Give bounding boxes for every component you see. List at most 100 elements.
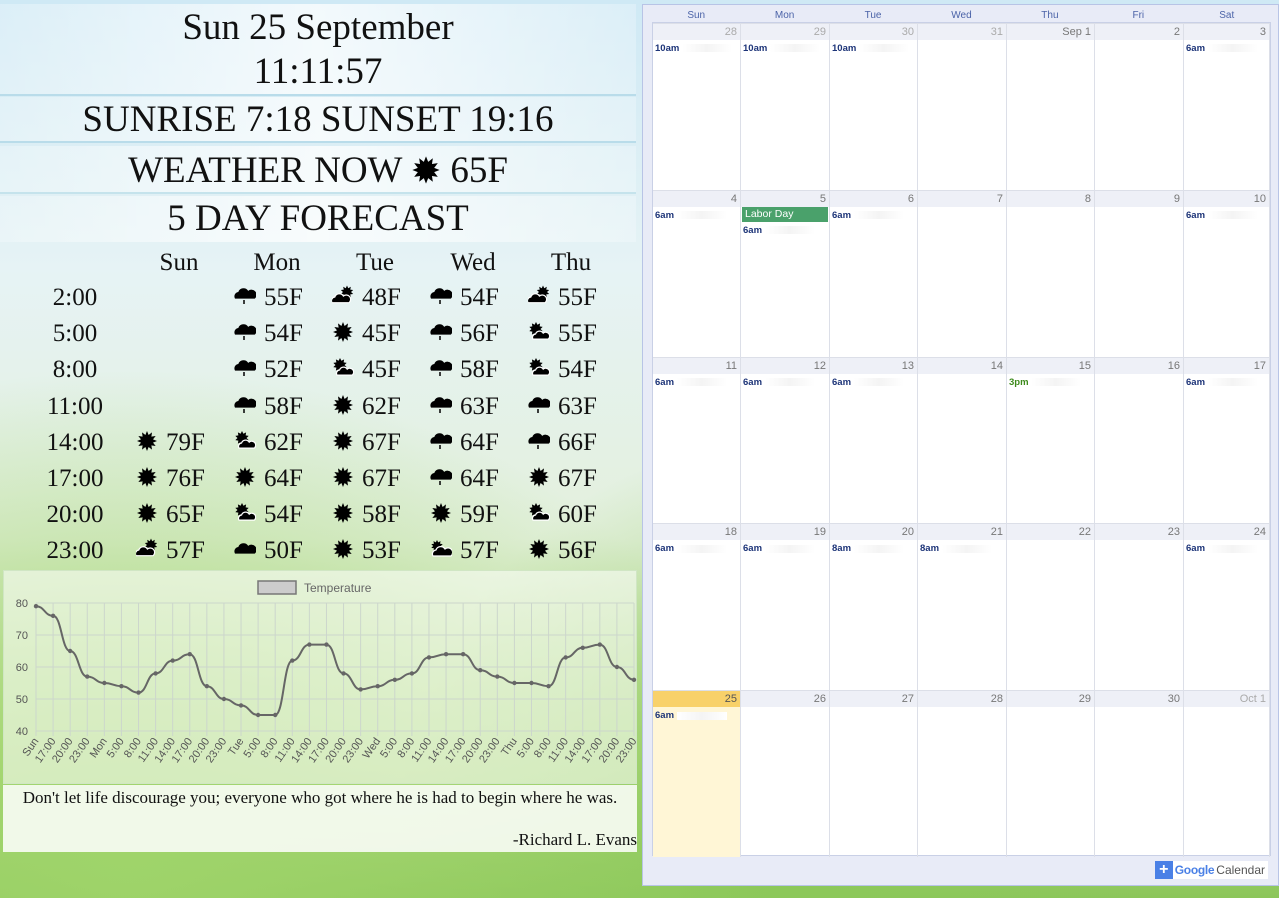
calendar-month-grid: 28 10am 29 10am 30 10am 31 Sep 1 2 3 6am 4 6am 5… [652, 22, 1271, 858]
day-number[interactable]: 16 [1095, 357, 1183, 374]
calendar-day[interactable]: 19 6am [741, 524, 830, 691]
calendar-day[interactable]: 22 [1007, 524, 1095, 691]
calendar-event[interactable]: 6am [741, 374, 829, 391]
calendar-day[interactable]: 30 [1095, 691, 1184, 858]
calendar-day[interactable]: 28 [918, 691, 1007, 858]
forecast-cell: 48F [326, 280, 424, 316]
calendar-day[interactable]: 15 3pm [1007, 357, 1095, 524]
calendar-day[interactable]: 13 6am [830, 357, 918, 524]
day-number[interactable]: 7 [918, 190, 1006, 207]
calendar-day[interactable]: 21 8am [918, 524, 1007, 691]
event-title-redacted [1207, 378, 1258, 387]
calendar-day[interactable]: 24 6am [1184, 524, 1270, 691]
calendar-day[interactable]: 4 6am [653, 190, 741, 357]
calendar-day[interactable]: 18 6am [653, 524, 741, 691]
day-number[interactable]: 20 [830, 524, 917, 541]
calendar-day[interactable]: 10 6am [1184, 190, 1270, 357]
calendar-day-today[interactable]: 25 6am [653, 691, 741, 858]
calendar-day[interactable]: 8 [1007, 190, 1095, 357]
calendar-event[interactable]: 6am [1184, 40, 1269, 57]
day-number[interactable]: 10 [1184, 190, 1269, 207]
calendar-day[interactable]: 9 [1095, 190, 1184, 357]
day-number[interactable]: 13 [830, 357, 917, 374]
day-number[interactable]: 31 [918, 24, 1006, 40]
calendar-day[interactable]: 3 6am [1184, 24, 1270, 190]
day-number[interactable]: 6 [830, 190, 917, 207]
calendar-day[interactable]: 20 8am [830, 524, 918, 691]
day-number[interactable]: 14 [918, 357, 1006, 374]
calendar-day[interactable]: 26 [741, 691, 830, 858]
day-number[interactable]: 8 [1007, 190, 1094, 207]
calendar-event[interactable]: 6am [741, 540, 829, 557]
day-number[interactable]: 12 [741, 357, 829, 374]
day-number[interactable]: 29 [741, 24, 829, 40]
calendar-day[interactable]: 17 6am [1184, 357, 1270, 524]
day-number[interactable]: 29 [1007, 691, 1094, 708]
calendar-day[interactable]: 31 [918, 24, 1007, 190]
calendar-day[interactable]: 11 6am [653, 357, 741, 524]
forecast-temp: 62F [264, 428, 303, 456]
temperature-point [495, 674, 500, 679]
day-number[interactable]: 3 [1184, 24, 1269, 40]
calendar-day[interactable]: Sep 1 [1007, 24, 1095, 190]
day-number[interactable]: 9 [1095, 190, 1183, 207]
all-day-event[interactable]: Labor Day [742, 206, 828, 222]
calendar-day[interactable]: 29 10am [741, 24, 830, 190]
calendar-day[interactable]: 7 [918, 190, 1007, 357]
day-number[interactable]: 24 [1184, 524, 1269, 541]
day-number[interactable]: 30 [1095, 691, 1183, 708]
calendar-day[interactable]: 12 6am [741, 357, 830, 524]
event-title-redacted [769, 44, 820, 53]
calendar-event[interactable]: 6am [653, 540, 740, 557]
day-number[interactable]: 11 [653, 357, 740, 374]
calendar-event[interactable]: 6am [653, 374, 740, 391]
calendar-day[interactable]: 27 [830, 691, 918, 858]
day-number[interactable]: 26 [741, 691, 829, 708]
day-number[interactable]: 23 [1095, 524, 1183, 541]
day-number[interactable]: 19 [741, 524, 829, 541]
calendar-event[interactable]: 6am [653, 207, 740, 224]
sunrise-sunset: SUNRISE 7:18 SUNSET 19:16 [0, 97, 636, 143]
calendar-day[interactable]: 5 Labor Day 6am [741, 190, 830, 357]
calendar-day[interactable]: 29 [1007, 691, 1095, 858]
calendar-event[interactable]: 8am [830, 540, 917, 557]
calendar-event[interactable]: 6am [1184, 540, 1269, 557]
calendar-event[interactable]: 6am [830, 374, 917, 391]
calendar-event[interactable]: 10am [741, 40, 829, 57]
calendar-event[interactable]: 3pm [1007, 374, 1094, 391]
day-number[interactable]: 5 [741, 190, 829, 207]
calendar-day[interactable]: Oct 1 [1184, 691, 1270, 858]
day-number[interactable]: 27 [830, 691, 917, 708]
calendar-day[interactable]: 28 10am [653, 24, 741, 190]
day-number[interactable]: 15 [1007, 357, 1094, 374]
day-number[interactable]: 4 [653, 190, 740, 207]
day-number[interactable]: 28 [918, 691, 1006, 708]
calendar-day[interactable]: 6 6am [830, 190, 918, 357]
calendar-day[interactable]: 2 [1095, 24, 1184, 190]
calendar-event[interactable]: 10am [830, 40, 917, 57]
calendar-event[interactable]: 6am [653, 707, 740, 724]
calendar-day[interactable]: 16 [1095, 357, 1184, 524]
add-calendar-icon[interactable]: + [1154, 861, 1173, 879]
calendar-event[interactable]: 6am [741, 222, 829, 239]
day-number[interactable]: Sep 1 [1007, 24, 1094, 40]
google-calendar-logo[interactable]: + Google Calendar [1154, 861, 1268, 879]
calendar-day[interactable]: 30 10am [830, 24, 918, 190]
calendar-event[interactable]: 6am [830, 207, 917, 224]
day-number[interactable]: 18 [653, 524, 740, 541]
forecast-cell: 57F [424, 533, 522, 569]
calendar-event[interactable]: 6am [1184, 207, 1269, 224]
calendar-day[interactable]: 14 [918, 357, 1007, 524]
day-number[interactable]: 25 [653, 691, 740, 708]
day-number[interactable]: 2 [1095, 24, 1183, 40]
calendar-event[interactable]: 6am [1184, 374, 1269, 391]
calendar-day[interactable]: 23 [1095, 524, 1184, 691]
day-number[interactable]: 28 [653, 24, 740, 40]
calendar-event[interactable]: 8am [918, 540, 1006, 557]
calendar-event[interactable]: 10am [653, 40, 740, 57]
day-number[interactable]: 22 [1007, 524, 1094, 541]
day-number[interactable]: 21 [918, 524, 1006, 541]
day-number[interactable]: Oct 1 [1184, 691, 1269, 708]
day-number[interactable]: 30 [830, 24, 917, 40]
day-number[interactable]: 17 [1184, 357, 1269, 374]
